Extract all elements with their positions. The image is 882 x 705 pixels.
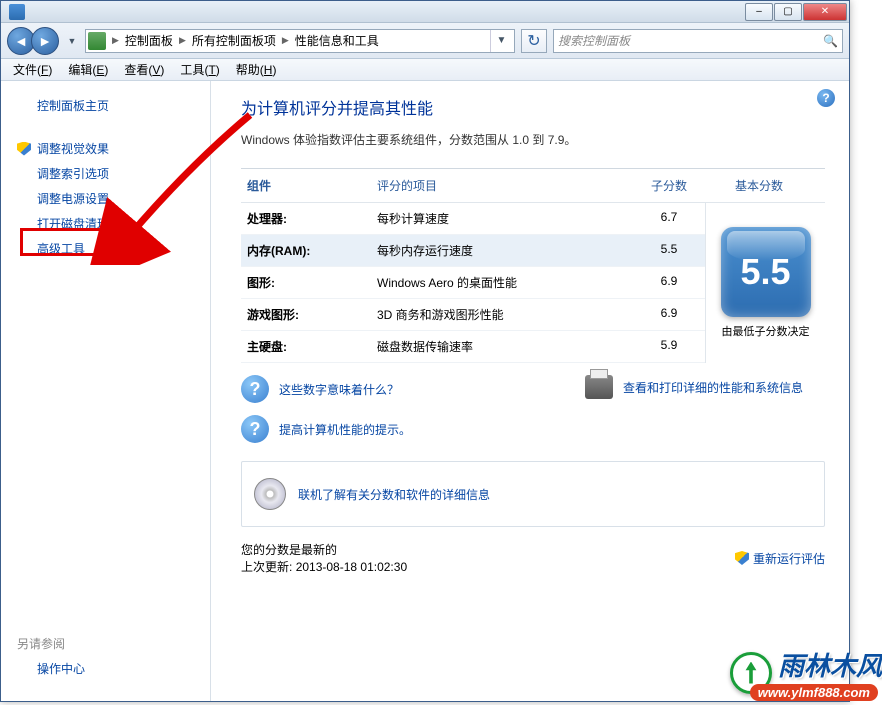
breadcrumb[interactable]: 所有控制面板项: [188, 32, 280, 49]
performance-table: 组件 评分的项目 子分数 基本分数 处理器:每秒计算速度6.7内存(RAM):每…: [241, 168, 825, 363]
titlebar: – ▢ ✕: [1, 1, 849, 23]
col-header-basescore: 基本分数: [699, 177, 819, 194]
history-dropdown[interactable]: ▼: [65, 32, 79, 50]
sidebar-item-disk-cleanup[interactable]: 打开磁盘清理: [1, 211, 210, 236]
sidebar-item-advanced-tools[interactable]: 高级工具: [1, 236, 210, 261]
table-row: 处理器:每秒计算速度6.7: [241, 203, 705, 235]
menu-view[interactable]: 查看(V): [116, 59, 172, 80]
online-info-box[interactable]: 联机了解有关分数和软件的详细信息: [241, 461, 825, 527]
search-icon[interactable]: 🔍: [823, 34, 838, 48]
shield-icon: [735, 551, 749, 565]
printer-icon: [585, 375, 613, 399]
menu-help[interactable]: 帮助(H): [228, 59, 285, 80]
question-icon: ?: [241, 415, 269, 443]
page-title: 为计算机评分并提高其性能: [241, 95, 825, 119]
see-also-heading: 另请参阅: [1, 631, 210, 656]
watermark-text: 雨林木风: [778, 646, 882, 683]
close-button[interactable]: ✕: [803, 3, 847, 21]
base-score-label: 由最低子分数决定: [722, 323, 810, 339]
chevron-right-icon: ▶: [280, 35, 291, 46]
content: ? 为计算机评分并提高其性能 Windows 体验指数评估主要系统组件，分数范围…: [211, 81, 849, 701]
minimize-button[interactable]: –: [745, 3, 773, 21]
page-description: Windows 体验指数评估主要系统组件，分数范围从 1.0 到 7.9。: [241, 131, 825, 148]
menu-tools[interactable]: 工具(T): [172, 59, 227, 80]
col-header-subscore: 子分数: [639, 177, 699, 194]
search-input[interactable]: 搜索控制面板 🔍: [553, 29, 843, 53]
navbar: ◄ ► ▼ ▶ 控制面板 ▶ 所有控制面板项 ▶ 性能信息和工具 ▼ ↻ 搜索控…: [1, 23, 849, 59]
table-row: 图形:Windows Aero 的桌面性能6.9: [241, 267, 705, 299]
menu-file[interactable]: 文件(F): [5, 59, 60, 80]
address-bar[interactable]: ▶ 控制面板 ▶ 所有控制面板项 ▶ 性能信息和工具 ▼: [85, 29, 515, 53]
watermark: 雨林木风 www.ylmf888.com: [730, 646, 882, 699]
link-print-details[interactable]: 查看和打印详细的性能和系统信息: [585, 375, 825, 399]
window: – ▢ ✕ ◄ ► ▼ ▶ 控制面板 ▶ 所有控制面板项 ▶ 性能信息和工具 ▼…: [0, 0, 850, 702]
search-placeholder: 搜索控制面板: [558, 32, 630, 49]
question-icon: ?: [241, 375, 269, 403]
address-dropdown[interactable]: ▼: [490, 30, 512, 52]
chevron-right-icon: ▶: [177, 35, 188, 46]
base-score-cell: 5.5 由最低子分数决定: [705, 203, 825, 363]
rerun-assessment[interactable]: 重新运行评估: [735, 541, 825, 575]
refresh-button[interactable]: ↻: [521, 29, 547, 53]
base-score-badge: 5.5: [721, 227, 811, 317]
last-updated: 上次更新: 2013-08-18 01:02:30: [241, 558, 735, 575]
sidebar-home[interactable]: 控制面板主页: [1, 93, 210, 118]
score-status: 您的分数是最新的: [241, 541, 735, 558]
breadcrumb[interactable]: 控制面板: [121, 32, 177, 49]
chevron-right-icon: ▶: [110, 35, 121, 46]
col-header-component: 组件: [247, 177, 377, 194]
help-icon[interactable]: ?: [817, 89, 835, 107]
control-panel-icon: [88, 32, 106, 50]
sidebar-item-power[interactable]: 调整电源设置: [1, 186, 210, 211]
sidebar: 控制面板主页 调整视觉效果 调整索引选项 调整电源设置 打开磁盘清理 高级工具 …: [1, 81, 211, 701]
menu-edit[interactable]: 编辑(E): [60, 59, 116, 80]
col-header-rated: 评分的项目: [377, 177, 639, 194]
breadcrumb[interactable]: 性能信息和工具: [291, 32, 383, 49]
watermark-url: www.ylmf888.com: [750, 684, 878, 701]
cd-icon: [254, 478, 286, 510]
table-row: 主硬盘:磁盘数据传输速率5.9: [241, 331, 705, 363]
sidebar-action-center[interactable]: 操作中心: [1, 656, 210, 681]
sidebar-item-visual-effects[interactable]: 调整视觉效果: [1, 136, 210, 161]
link-what-numbers-mean[interactable]: ? 这些数字意味着什么？: [241, 375, 555, 403]
maximize-button[interactable]: ▢: [774, 3, 802, 21]
link-performance-tips[interactable]: ? 提高计算机性能的提示。: [241, 415, 555, 443]
table-row: 游戏图形:3D 商务和游戏图形性能6.9: [241, 299, 705, 331]
sidebar-item-indexing[interactable]: 调整索引选项: [1, 161, 210, 186]
shield-icon: [17, 142, 31, 156]
main: 控制面板主页 调整视觉效果 调整索引选项 调整电源设置 打开磁盘清理 高级工具 …: [1, 81, 849, 701]
forward-button[interactable]: ►: [31, 27, 59, 55]
menubar: 文件(F) 编辑(E) 查看(V) 工具(T) 帮助(H): [1, 59, 849, 81]
table-row: 内存(RAM):每秒内存运行速度5.5: [241, 235, 705, 267]
